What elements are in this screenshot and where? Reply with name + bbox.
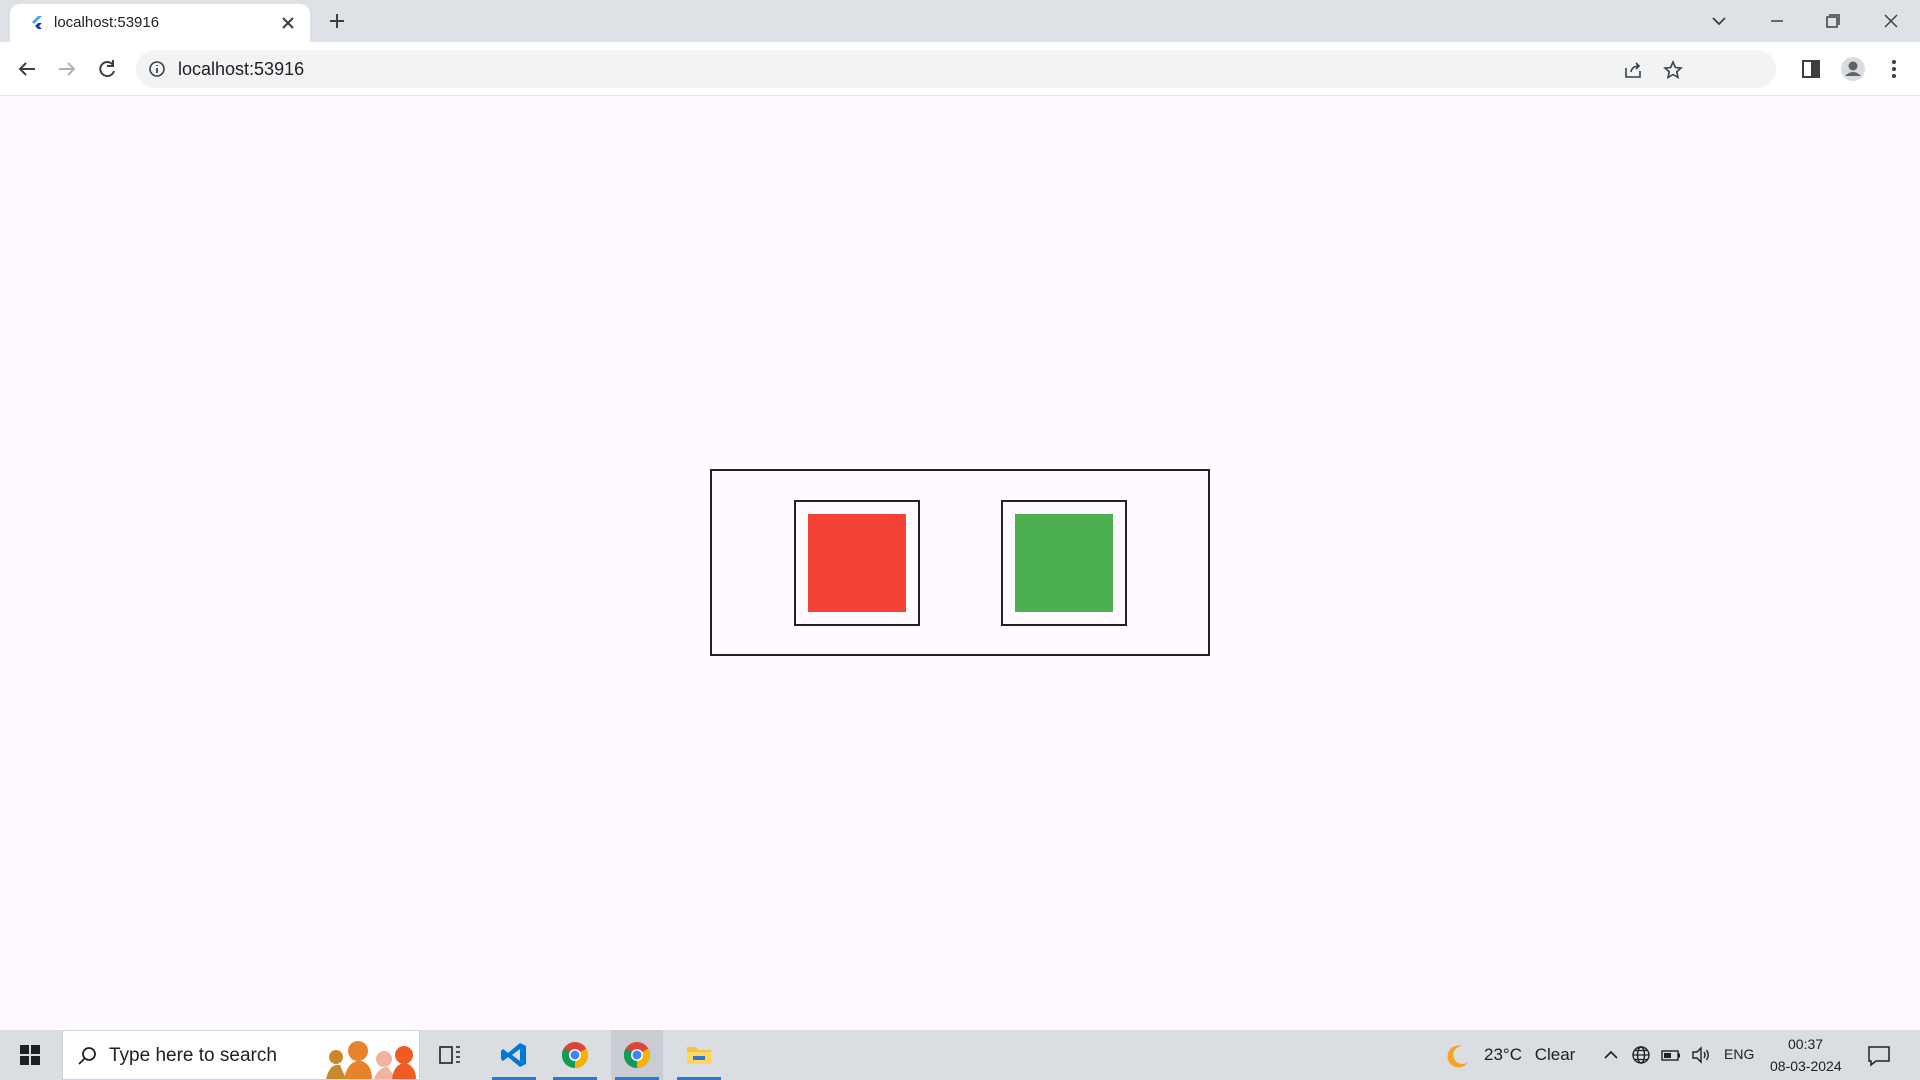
red-square [808,514,906,612]
side-panel-icon[interactable] [1797,55,1825,83]
globe-network-icon[interactable] [1630,1044,1652,1066]
taskbar-search-box[interactable]: Type here to search [62,1030,420,1080]
minimize-icon[interactable] [1764,8,1790,34]
chevron-up-icon[interactable] [1600,1044,1622,1066]
tab-search-icon[interactable] [1706,8,1732,34]
task-view-button[interactable] [424,1030,476,1080]
volume-icon[interactable] [1690,1044,1712,1066]
info-icon[interactable] [148,60,166,78]
weather-condition: Clear [1534,1045,1576,1064]
clock-time[interactable]: 00:37 [1788,1036,1823,1052]
language-indicator[interactable]: ENG [1724,1046,1754,1062]
battery-icon[interactable] [1660,1044,1682,1066]
windows-taskbar: Type here to search 23°C Clear ENG 00:37… [0,1030,1920,1080]
search-icon [78,1047,96,1065]
close-icon[interactable] [278,13,298,33]
flutter-icon [32,16,42,29]
chrome-icon [561,1042,589,1069]
green-square [1015,514,1113,612]
menu-dots-icon[interactable] [1880,55,1908,83]
back-arrow-icon[interactable] [13,55,41,83]
vscode-icon [501,1043,526,1067]
share-icon[interactable] [1622,59,1644,81]
page-content [0,97,1920,1030]
browser-tab-strip: localhost:53916 [0,0,1920,42]
outer-container-box [710,469,1210,656]
weather-text[interactable]: 23°C Clear [1484,1045,1575,1065]
red-box-frame [794,500,920,626]
clock-date[interactable]: 08-03-2024 [1770,1058,1842,1074]
file-explorer-taskbar-button[interactable] [673,1030,725,1080]
chrome-taskbar-button[interactable] [549,1030,601,1080]
green-box-frame [1001,500,1127,626]
moon-icon[interactable] [1444,1042,1472,1070]
chrome-icon [623,1042,651,1069]
task-view-icon [439,1046,460,1064]
browser-toolbar: localhost:53916 [0,42,1920,96]
address-bar[interactable]: localhost:53916 [136,50,1776,88]
new-tab-icon[interactable] [326,10,348,32]
bookmark-star-icon[interactable] [1662,59,1684,81]
search-highlight-people-icon [326,1041,416,1079]
search-placeholder: Type here to search [109,1045,277,1066]
chrome-taskbar-button-active[interactable] [611,1030,663,1080]
url-text: localhost:53916 [178,59,305,79]
close-window-icon[interactable] [1878,8,1904,34]
windows-start-icon[interactable] [10,1038,50,1072]
browser-tab[interactable]: localhost:53916 [10,4,310,42]
notification-icon[interactable] [1866,1043,1892,1069]
weather-temperature: 23°C [1484,1045,1522,1064]
tab-title: localhost:53916 [54,14,160,31]
forward-arrow-icon[interactable] [53,55,81,83]
restore-icon[interactable] [1820,8,1846,34]
reload-icon[interactable] [93,55,121,83]
vscode-taskbar-button[interactable] [488,1030,540,1080]
profile-avatar-icon[interactable] [1839,55,1867,83]
folder-icon [687,1047,711,1064]
